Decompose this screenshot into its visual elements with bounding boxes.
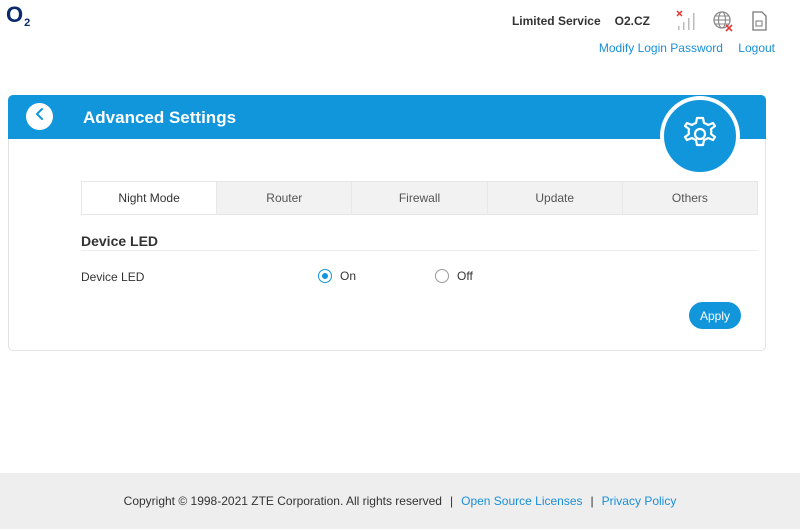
led-off-label: Off [457,269,473,283]
tab-firewall[interactable]: Firewall [352,182,488,214]
apply-button[interactable]: Apply [689,302,741,329]
status-bar: Limited Service O2.CZ [512,8,772,34]
section-title: Device LED [81,233,159,249]
tab-night-mode[interactable]: Night Mode [82,182,218,214]
service-status: Limited Service [511,14,601,28]
led-off-radio[interactable] [435,269,449,283]
logout-link[interactable]: Logout [738,41,775,55]
card-header: Advanced Settings [8,95,766,139]
settings-tabs: Night Mode Router Firewall Update Others [81,181,758,215]
logo-subscript: 2 [24,17,31,29]
open-source-licenses-link[interactable]: Open Source Licenses [461,494,582,508]
page: O2 Limited Service O2.CZ Modify Login Pa… [0,0,800,529]
chevron-left-icon [34,107,46,126]
header-links: Modify Login Password Logout [587,41,775,55]
tab-update[interactable]: Update [488,182,623,214]
modify-password-link[interactable]: Modify Login Password [599,41,723,55]
device-led-label: Device LED [81,270,145,284]
o2-logo: O2 [6,4,30,34]
led-off-option[interactable]: Off [435,269,473,283]
footer-separator: | [590,494,594,508]
led-on-radio[interactable] [318,269,332,283]
advanced-settings-card: Advanced Settings Night Mode Router Fire… [8,95,766,351]
logo-letter: O [6,2,24,27]
sim-card-icon [746,8,772,34]
section-divider [81,250,758,251]
footer-separator: | [449,494,454,508]
copyright-text: Copyright © 1998-2021 ZTE Corporation. A… [123,494,442,508]
privacy-policy-link[interactable]: Privacy Policy [602,494,677,508]
page-title: Advanced Settings [83,108,237,127]
gear-icon [680,114,720,159]
signal-none-icon [674,8,700,34]
led-on-label: On [340,269,357,283]
globe-disconnected-icon [710,8,736,34]
tab-router[interactable]: Router [217,182,353,214]
settings-badge [660,96,740,176]
carrier-name: O2.CZ [614,14,650,28]
back-button[interactable] [26,103,53,130]
footer: Copyright © 1998-2021 ZTE Corporation. A… [0,473,800,529]
tab-others[interactable]: Others [623,182,757,214]
led-on-option[interactable]: On [318,269,356,283]
